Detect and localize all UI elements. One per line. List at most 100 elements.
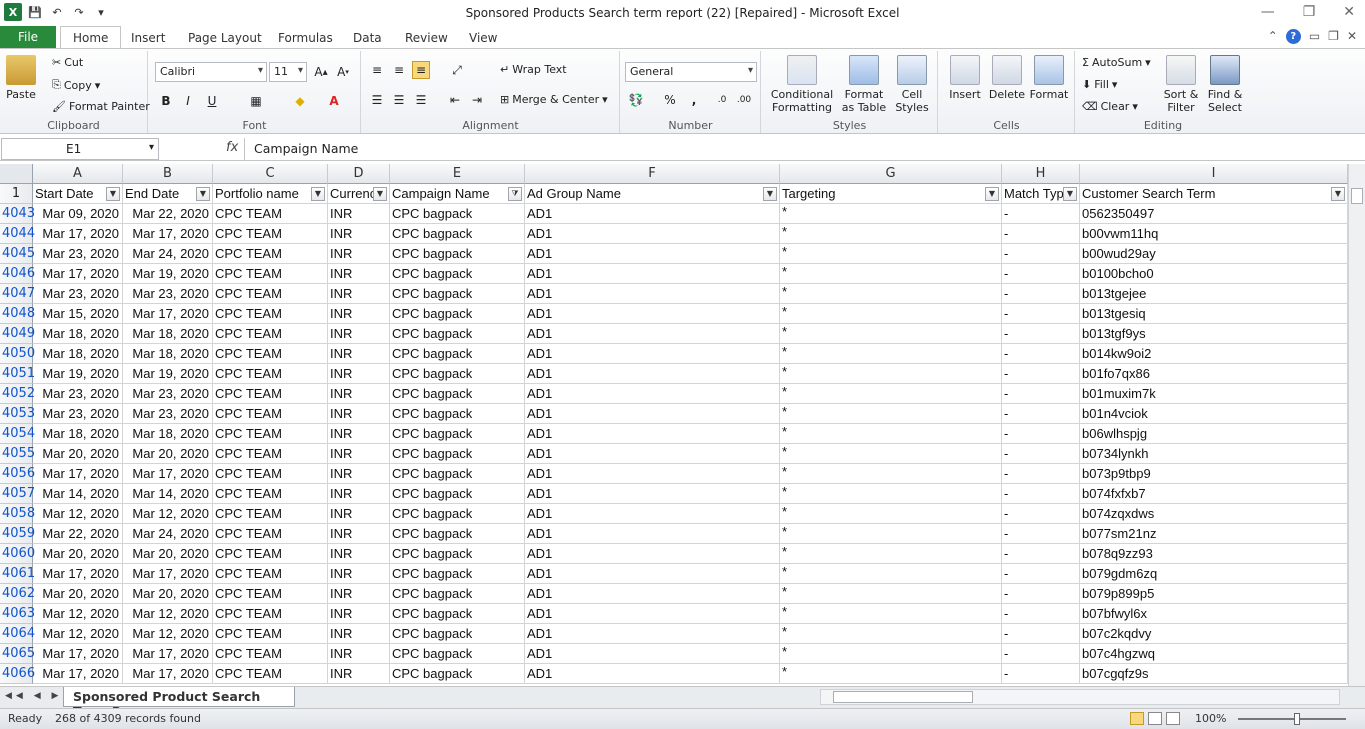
table-cell[interactable]: AD1 — [525, 264, 780, 284]
row-header[interactable]: 4050 — [0, 344, 35, 364]
table-cell[interactable]: - — [1002, 644, 1080, 664]
table-cell[interactable]: * — [780, 344, 1002, 364]
table-cell[interactable]: * — [780, 584, 1002, 604]
table-cell[interactable]: INR — [328, 504, 390, 524]
tab-page-layout[interactable]: Page Layout — [176, 26, 274, 49]
table-cell[interactable]: CPC bagpack — [390, 404, 525, 424]
filter-dropdown-icon[interactable]: ▼ — [373, 187, 387, 201]
doc-minimize-icon[interactable]: ▭ — [1309, 29, 1320, 44]
table-cell[interactable]: Mar 14, 2020 — [123, 484, 213, 504]
tab-file[interactable]: File — [0, 26, 56, 48]
table-cell[interactable]: CPC bagpack — [390, 464, 525, 484]
horizontal-scroll-thumb[interactable] — [833, 691, 973, 703]
table-cell[interactable]: CPC bagpack — [390, 584, 525, 604]
align-left-icon[interactable]: ☰ — [368, 91, 386, 109]
decrease-indent-icon[interactable]: ⇤ — [446, 91, 464, 109]
table-cell[interactable]: CPC TEAM — [213, 644, 328, 664]
table-cell[interactable]: Mar 15, 2020 — [33, 304, 123, 324]
number-format-select[interactable]: General — [625, 62, 757, 82]
align-center-icon[interactable]: ☰ — [390, 91, 408, 109]
underline-button[interactable]: U — [203, 92, 221, 110]
table-cell[interactable]: * — [780, 264, 1002, 284]
table-cell[interactable]: b013tgf9ys — [1080, 324, 1348, 344]
table-cell[interactable]: Mar 23, 2020 — [123, 284, 213, 304]
table-cell[interactable]: b00wud29ay — [1080, 244, 1348, 264]
table-cell[interactable]: INR — [328, 564, 390, 584]
shrink-font-icon[interactable]: A ▾ — [334, 63, 352, 81]
table-cell[interactable]: - — [1002, 524, 1080, 544]
table-cell[interactable]: AD1 — [525, 604, 780, 624]
table-cell[interactable]: CPC bagpack — [390, 364, 525, 384]
cut-button[interactable]: ✂ Cut — [52, 56, 83, 69]
row-header[interactable]: 4045 — [0, 244, 35, 264]
table-cell[interactable]: b0100bcho0 — [1080, 264, 1348, 284]
table-cell[interactable]: Mar 23, 2020 — [33, 384, 123, 404]
table-cell[interactable]: AD1 — [525, 524, 780, 544]
wrap-text-button[interactable]: ↵ Wrap Text — [500, 63, 567, 76]
table-cell[interactable]: INR — [328, 644, 390, 664]
table-cell[interactable]: INR — [328, 244, 390, 264]
filter-dropdown-icon[interactable]: ▼ — [1331, 187, 1345, 201]
table-cell[interactable]: INR — [328, 544, 390, 564]
tab-insert[interactable]: Insert — [119, 26, 177, 49]
table-cell[interactable]: * — [780, 324, 1002, 344]
fill-color-icon[interactable]: ◆ — [291, 92, 309, 110]
table-cell[interactable]: b073p9tbp9 — [1080, 464, 1348, 484]
table-cell[interactable]: * — [780, 624, 1002, 644]
table-cell[interactable]: CPC TEAM — [213, 264, 328, 284]
table-cell[interactable]: CPC TEAM — [213, 364, 328, 384]
table-cell[interactable]: b07c4hgzwq — [1080, 644, 1348, 664]
table-cell[interactable]: Mar 18, 2020 — [123, 344, 213, 364]
table-cell[interactable]: CPC bagpack — [390, 664, 525, 684]
table-cell[interactable]: CPC bagpack — [390, 524, 525, 544]
row-header[interactable]: 4056 — [0, 464, 35, 484]
orientation-icon[interactable]: ⤢ — [448, 61, 466, 79]
clear-button[interactable]: ⌫ Clear ▾ — [1082, 100, 1138, 113]
table-cell[interactable]: INR — [328, 264, 390, 284]
doc-restore-icon[interactable]: ❐ — [1328, 29, 1339, 44]
table-cell[interactable]: INR — [328, 364, 390, 384]
table-cell[interactable]: Mar 23, 2020 — [33, 284, 123, 304]
table-cell[interactable]: CPC TEAM — [213, 564, 328, 584]
table-cell[interactable]: Mar 18, 2020 — [123, 324, 213, 344]
currency-icon[interactable]: 💱 — [627, 91, 645, 109]
table-cell[interactable]: Mar 17, 2020 — [33, 264, 123, 284]
table-cell[interactable]: CPC bagpack — [390, 324, 525, 344]
header-cell[interactable]: Customer Search Term — [1080, 184, 1348, 204]
table-cell[interactable]: CPC TEAM — [213, 624, 328, 644]
table-cell[interactable]: - — [1002, 364, 1080, 384]
table-cell[interactable]: - — [1002, 304, 1080, 324]
table-cell[interactable]: AD1 — [525, 204, 780, 224]
table-cell[interactable]: Mar 12, 2020 — [123, 624, 213, 644]
table-cell[interactable]: CPC bagpack — [390, 244, 525, 264]
table-cell[interactable]: - — [1002, 584, 1080, 604]
table-cell[interactable]: CPC TEAM — [213, 424, 328, 444]
table-cell[interactable]: INR — [328, 424, 390, 444]
table-cell[interactable]: CPC bagpack — [390, 644, 525, 664]
table-cell[interactable]: b07c2kqdvy — [1080, 624, 1348, 644]
row-header-1[interactable]: 1 — [0, 184, 33, 204]
increase-indent-icon[interactable]: ⇥ — [468, 91, 486, 109]
table-cell[interactable]: b074fxfxb7 — [1080, 484, 1348, 504]
table-cell[interactable]: * — [780, 564, 1002, 584]
table-cell[interactable]: Mar 18, 2020 — [123, 424, 213, 444]
table-cell[interactable]: Mar 12, 2020 — [33, 604, 123, 624]
table-cell[interactable]: b013tgejee — [1080, 284, 1348, 304]
format-cells-button[interactable]: Format — [1029, 55, 1069, 101]
table-cell[interactable]: - — [1002, 404, 1080, 424]
table-cell[interactable]: CPC bagpack — [390, 284, 525, 304]
table-cell[interactable]: INR — [328, 324, 390, 344]
table-cell[interactable]: CPC bagpack — [390, 384, 525, 404]
table-cell[interactable]: b078q9zz93 — [1080, 544, 1348, 564]
table-cell[interactable]: * — [780, 644, 1002, 664]
table-cell[interactable]: Mar 17, 2020 — [33, 224, 123, 244]
table-cell[interactable]: CPC bagpack — [390, 204, 525, 224]
restore-icon[interactable]: ❐ — [1303, 4, 1316, 20]
normal-view-icon[interactable] — [1130, 712, 1144, 725]
row-header[interactable]: 4047 — [0, 284, 35, 304]
table-cell[interactable]: b01muxim7k — [1080, 384, 1348, 404]
table-cell[interactable]: Mar 19, 2020 — [123, 364, 213, 384]
table-cell[interactable]: Mar 23, 2020 — [123, 384, 213, 404]
table-cell[interactable]: CPC TEAM — [213, 224, 328, 244]
table-cell[interactable]: - — [1002, 484, 1080, 504]
